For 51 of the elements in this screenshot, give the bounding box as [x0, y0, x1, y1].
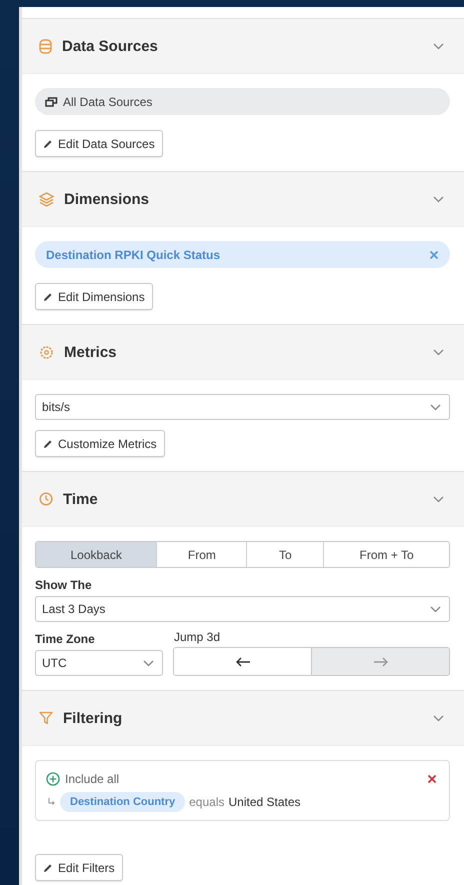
section-title: Metrics: [64, 344, 117, 360]
section-title: Dimensions: [64, 190, 150, 208]
metric-select[interactable]: bits/s: [35, 394, 450, 420]
pencil-icon: [43, 438, 53, 448]
data-source-chip: All Data Sources: [35, 88, 450, 115]
field-label: Jump 3d: [174, 630, 222, 644]
timezone-select[interactable]: UTC: [35, 650, 163, 676]
dimension-tag: Destination RPKI Quick Status: [35, 241, 450, 268]
close-icon[interactable]: [429, 250, 439, 260]
edit-button[interactable]: Edit Dimensions: [35, 283, 153, 310]
edit-button[interactable]: Edit Data Sources: [35, 130, 163, 157]
pencil-icon: [43, 138, 53, 148]
section-header[interactable]: Metrics: [22, 325, 464, 380]
filter-value: United States: [228, 795, 301, 809]
chevron-down-icon[interactable]: [433, 496, 444, 502]
layers-icon: [39, 192, 54, 206]
gear-icon: [39, 344, 54, 360]
chevron-down-icon[interactable]: [430, 606, 441, 612]
section-header[interactable]: Dimensions: [22, 172, 464, 227]
chevron-down-icon[interactable]: [433, 42, 444, 50]
field-label: Time Zone: [35, 632, 96, 646]
close-icon[interactable]: [427, 774, 437, 784]
field-label: Show The: [35, 578, 92, 592]
range-select[interactable]: Last 3 Days: [35, 596, 450, 622]
group-label: Include all: [65, 772, 120, 786]
pencil-icon: [43, 292, 53, 302]
section-title: Data Sources: [62, 38, 158, 54]
windows-icon: [45, 96, 58, 107]
plus-circle-icon[interactable]: [46, 772, 60, 786]
section-header[interactable]: Filtering: [22, 691, 464, 746]
filter-icon: [39, 711, 53, 725]
pencil-icon: [43, 862, 53, 872]
arrow-right-icon: [372, 656, 388, 666]
customize-button[interactable]: Customize Metrics: [35, 430, 165, 457]
section-header[interactable]: Time: [22, 472, 464, 527]
chevron-down-icon[interactable]: [433, 196, 444, 202]
section-title: Filtering: [63, 710, 122, 726]
chevron-down-icon[interactable]: [430, 404, 441, 410]
chevron-down-icon[interactable]: [433, 348, 444, 356]
section-header[interactable]: Data Sources: [22, 19, 464, 74]
branch-arrow-icon: [48, 798, 56, 806]
database-icon: [39, 38, 52, 54]
chevron-down-icon[interactable]: [143, 660, 154, 666]
clock-icon: [39, 492, 53, 506]
mode-tab[interactable]: From + To: [323, 542, 449, 567]
filter-operator: equals: [189, 795, 224, 809]
edit-button[interactable]: Edit Filters: [35, 854, 123, 881]
chevron-down-icon[interactable]: [433, 714, 444, 722]
arrow-left-icon: [234, 656, 250, 666]
mode-tab[interactable]: Lookback: [36, 542, 156, 567]
section-title: Time: [63, 490, 98, 508]
